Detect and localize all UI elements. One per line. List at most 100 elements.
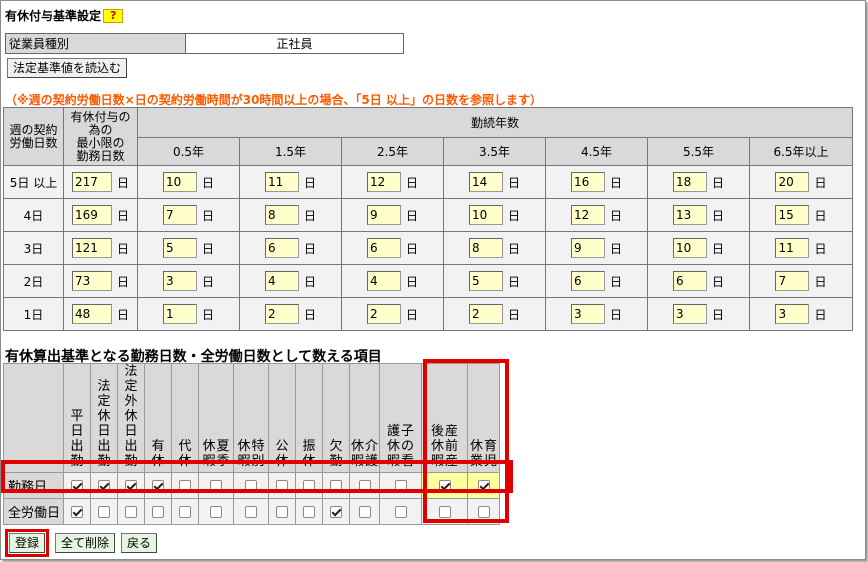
grant-days-input[interactable]: 10 [672,238,707,258]
years-col-header: 4.5年 [545,137,648,166]
item-checkbox[interactable] [394,505,407,518]
grant-days-input[interactable]: 6 [570,271,605,291]
item-col-header-line: 産前産 [445,424,459,469]
item-checkbox[interactable] [125,505,137,518]
item-check-cell [322,472,350,499]
item-checkbox[interactable] [276,505,288,518]
item-checkbox[interactable] [303,479,315,492]
min-work-days-input[interactable]: 217 [71,172,112,192]
item-checkbox[interactable] [98,505,110,518]
grant-days-input[interactable]: 3 [672,304,707,324]
grant-days-cell: 13 日 [647,198,750,232]
grant-days-input[interactable]: 3 [162,271,197,291]
grant-days-input[interactable]: 9 [366,205,401,225]
item-checkbox[interactable] [438,479,451,492]
grant-days-input[interactable]: 1 [162,304,197,324]
item-checkbox[interactable] [477,479,490,492]
unit-label: 日 [507,175,520,190]
item-checkbox[interactable] [358,479,371,492]
item-row: 勤務日 [3,472,500,499]
grant-days-input[interactable]: 4 [264,271,299,291]
item-checkbox[interactable] [358,505,371,518]
grant-days-cell: 3日 [545,297,648,331]
grant-days-input[interactable]: 12 [366,172,401,192]
grant-days-input[interactable]: 10 [162,172,197,192]
item-checkbox[interactable] [71,479,83,492]
item-checkbox[interactable] [276,479,288,492]
item-checkbox[interactable] [152,479,164,492]
grant-days-cell: 8日 [239,198,342,232]
grant-days-input[interactable]: 6 [366,238,401,258]
grant-days-input[interactable]: 13 [672,205,707,225]
min-work-days-input[interactable]: 169 [71,205,112,225]
grant-days-input[interactable]: 2 [468,304,503,324]
min-work-days-cell: 121 日 [63,231,138,265]
item-checkbox[interactable] [303,505,315,518]
grant-days-input[interactable]: 11 [775,238,810,258]
grant-days-input[interactable]: 7 [775,271,810,291]
min-work-days-input[interactable]: 73 [71,271,112,291]
grant-days-input[interactable]: 3 [775,304,810,324]
item-checkbox[interactable] [71,505,83,518]
grant-days-input[interactable]: 5 [468,271,503,291]
item-row-label: 勤務日 [3,472,64,499]
save-button[interactable]: 登録 [9,533,46,553]
item-checkbox[interactable] [438,505,451,518]
item-check-cell [198,472,234,499]
min-work-days-input[interactable]: 48 [71,304,112,324]
grant-days-input[interactable]: 9 [570,238,605,258]
item-checkbox[interactable] [125,479,137,492]
unit-label: 日 [814,175,827,190]
grant-days-cell: 6日 [341,231,444,265]
grant-days-input[interactable]: 20 [775,172,810,192]
item-check-cell [467,498,500,525]
load-legal-defaults-button[interactable]: 法定基準値を読込む [7,58,128,78]
grant-days-input[interactable]: 5 [162,238,197,258]
grant-days-input[interactable]: 8 [264,205,299,225]
unit-label: 日 [507,208,520,223]
unit-label: 日 [609,274,622,289]
item-checkbox[interactable] [210,505,222,518]
item-checkbox[interactable] [179,505,191,518]
item-col-header-line: 休暇 [237,439,251,469]
grant-days-input[interactable]: 4 [366,271,401,291]
item-checkbox[interactable] [210,479,222,492]
item-col-header: 休業育児 [467,363,500,473]
item-checkbox[interactable] [245,505,257,518]
item-checkbox[interactable] [245,479,257,492]
item-check-cell [90,498,118,525]
grant-days-input[interactable]: 8 [468,238,503,258]
grant-days-input[interactable]: 6 [264,238,299,258]
min-work-days-input[interactable]: 121 [71,238,112,258]
item-checkbox[interactable] [330,505,342,518]
grant-days-input[interactable]: 3 [570,304,605,324]
help-button[interactable]: ? [103,8,124,23]
delete-all-button[interactable]: 全て削除 [55,533,116,553]
item-checkbox[interactable] [330,479,342,492]
grant-days-cell: 16 日 [545,165,648,199]
grant-days-input[interactable]: 7 [162,205,197,225]
item-checkbox[interactable] [98,479,110,492]
item-check-cell [295,498,323,525]
item-checkbox[interactable] [152,505,164,518]
grant-row: 5日 以上 217 日 10 日 11 日 12 日 14 日 16 日 18 日 20 日 [3,165,853,199]
item-col-header: 休暇介護 [349,363,380,473]
grant-days-input[interactable]: 15 [775,205,810,225]
grant-days-input[interactable]: 16 [570,172,605,192]
grant-days-input[interactable]: 2 [366,304,401,324]
grant-days-input[interactable]: 14 [468,172,503,192]
item-checkbox[interactable] [477,505,490,518]
grant-days-input[interactable]: 2 [264,304,299,324]
item-checkbox[interactable] [394,479,407,492]
grant-days-input[interactable]: 6 [672,271,707,291]
item-checkbox[interactable] [179,479,191,492]
grant-days-cell: 12 日 [341,165,444,199]
grant-days-input[interactable]: 12 [570,205,605,225]
grant-days-input[interactable]: 10 [468,205,503,225]
item-check-cell [171,498,199,525]
grant-days-cell: 4日 [239,264,342,298]
back-button[interactable]: 戻る [121,533,158,553]
grant-days-input[interactable]: 18 [672,172,707,192]
grant-days-input[interactable]: 11 [264,172,299,192]
item-col-header: 法定休日出勤 [90,363,118,473]
